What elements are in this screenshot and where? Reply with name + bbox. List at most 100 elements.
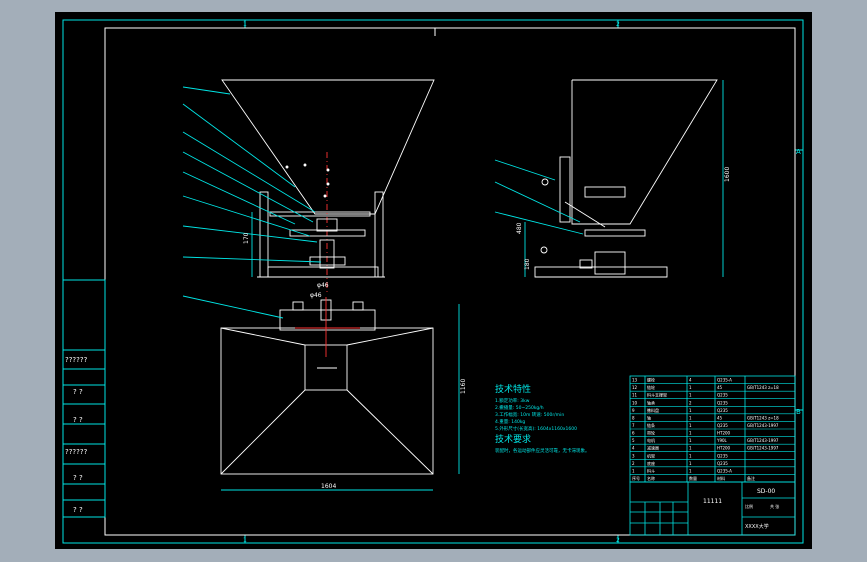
parts-header-cell: 名称 (647, 475, 655, 481)
parts-cell: 8 (632, 415, 635, 420)
side-view (494, 79, 724, 278)
parts-cell: Y90L (716, 438, 728, 443)
parts-cell: Q235 (717, 400, 728, 405)
parts-cell: 10 (632, 400, 638, 405)
parts-cell: GB/T1243 z=18 (747, 415, 779, 420)
cad-viewport[interactable]: 1 2 A B 1 2 ?????? ? ? ? ? ?????? ? ? ? … (55, 12, 812, 549)
parts-cell: 1 (689, 408, 692, 413)
title-block-sheet-label: 共 张 (770, 503, 779, 509)
left-block-label-3: ? ? (73, 416, 83, 424)
frame-mark-bottom-2: 2 (616, 537, 620, 544)
parts-cell: 1 (689, 468, 692, 473)
parts-cell: GB/T1243-1997 (747, 423, 779, 428)
inner-frame (104, 27, 796, 536)
title-block-drawing-no: SD-00 (757, 488, 775, 495)
parts-header-cell: 材料 (717, 475, 725, 481)
notes-line-1: 1.额定功率: 3kw (495, 397, 530, 404)
technical-notes: 技术特性 1.额定功率: 3kw 2.撒播量: 50~250kg/h 3.工作幅… (495, 383, 590, 454)
parts-header-cell: 备注 (747, 475, 755, 481)
parts-cell: 机架 (647, 452, 655, 458)
parts-cell: 1 (689, 385, 692, 390)
side-spinner-disc (584, 229, 646, 237)
parts-header-cell: 序号 (632, 475, 640, 481)
parts-cell: 9 (632, 408, 635, 413)
parts-cell: 1 (689, 415, 692, 420)
notes-line-2: 2.撒播量: 50~250kg/h (495, 404, 544, 411)
front-view (182, 79, 435, 292)
parts-cell: 12 (632, 385, 638, 390)
frame-mark-right-a: A (796, 148, 801, 156)
frame-mark-right-b: B (796, 408, 801, 416)
notes-requirements-title: 技术要求 (495, 433, 531, 445)
parts-cell: 轴 (647, 414, 651, 420)
parts-cell: 5 (632, 438, 635, 443)
parts-cell: 轴承 (647, 399, 655, 405)
parts-cell: Q235-A (717, 378, 732, 383)
parts-cell: 电机 (647, 437, 655, 443)
side-dim-base-height: 480 (516, 222, 523, 234)
parts-cell: 7 (632, 423, 635, 428)
parts-cell: 1 (689, 431, 692, 436)
title-block-drawing-title: 11111 (703, 498, 722, 505)
notes-line-3: 3.工作幅宽: 10m 转速: 500r/min (495, 411, 564, 418)
parts-cell: Q235-A (717, 468, 732, 473)
parts-cell: Q235 (717, 423, 728, 428)
parts-cell: HT200 (717, 446, 731, 451)
parts-cell: 45 (717, 415, 723, 420)
parts-cell: 链条 (647, 422, 655, 428)
parts-cell: 4 (689, 378, 692, 383)
parts-cell: 11 (632, 393, 638, 398)
side-dim-total-height: 1600 (724, 167, 731, 182)
plan-dim-bottom-width: 1604 (321, 483, 336, 490)
front-dim-height: 170 (243, 232, 250, 244)
parts-cell: 1 (689, 446, 692, 451)
frame-mark-top-1: 1 (243, 21, 247, 28)
title-block-scale-label: 比例 (745, 503, 753, 509)
side-hopper (571, 79, 718, 225)
side-dim-base-small: 180 (524, 258, 531, 270)
parts-rows: 13 螺栓 4 Q235-A12 链轮 1 45 GB/T1243 z=1811 料斗支撑架 1 Q… (630, 377, 795, 481)
parts-cell: 1 (689, 393, 692, 398)
notes-requirements-line-1: 装配时，各运动部件应灵活可靠，无卡滞现象。 (495, 447, 590, 454)
plan-dim-right-height: 1160 (460, 379, 467, 394)
plan-view (182, 295, 460, 491)
parts-cell: 1 (689, 438, 692, 443)
parts-cell: Q235 (717, 461, 728, 466)
parts-cell: 45 (717, 385, 723, 390)
parts-cell: 链轮 (647, 384, 655, 390)
parts-cell: GB/T1243-1997 (747, 446, 779, 451)
parts-cell: 1 (689, 453, 692, 458)
frame-mark-bottom-1: 1 (243, 537, 247, 544)
title-block-school: XXXX大学 (745, 523, 769, 530)
front-dim-shaft: φ46 (317, 282, 329, 289)
parts-cell: 螺栓 (647, 377, 655, 383)
parts-cell: 2 (689, 400, 692, 405)
parts-cell: 6 (632, 431, 635, 436)
parts-cell: 1 (632, 468, 635, 473)
parts-cell: Q235 (717, 408, 728, 413)
cad-drawing: 1 2 A B 1 2 ?????? ? ? ? ? ?????? ? ? ? … (62, 19, 804, 544)
side-base (534, 266, 668, 278)
parts-cell: Q235 (717, 453, 728, 458)
front-hopper (221, 79, 435, 215)
parts-header-cell: 数量 (689, 475, 697, 481)
parts-cell: Q235 (717, 393, 728, 398)
parts-cell: HT200 (717, 431, 731, 436)
parts-cell: 减速器 (647, 445, 659, 451)
notes-performance-title: 技术特性 (495, 383, 531, 395)
left-block-label-4: ?????? (65, 448, 88, 456)
parts-cell: 底座 (647, 460, 655, 466)
parts-cell: 1 (689, 461, 692, 466)
left-block-label-1: ?????? (65, 356, 88, 364)
plan-hopper-outline (220, 327, 434, 475)
plan-dim-top: φ46 (310, 292, 322, 299)
parts-cell: 料斗支撑架 (647, 392, 667, 398)
left-block-label-5: ? ? (73, 474, 83, 482)
parts-cell: 4 (632, 446, 635, 451)
parts-cell: 2 (632, 461, 635, 466)
left-block-label-2: ? ? (73, 388, 83, 396)
parts-cell: GB/T1243 z=18 (747, 385, 779, 390)
parts-cell: 料斗 (647, 467, 655, 473)
notes-line-4: 4.重量: 140kg (495, 418, 525, 425)
notes-line-5: 5.外形尺寸(长宽高): 1604x1160x1600 (495, 425, 577, 432)
